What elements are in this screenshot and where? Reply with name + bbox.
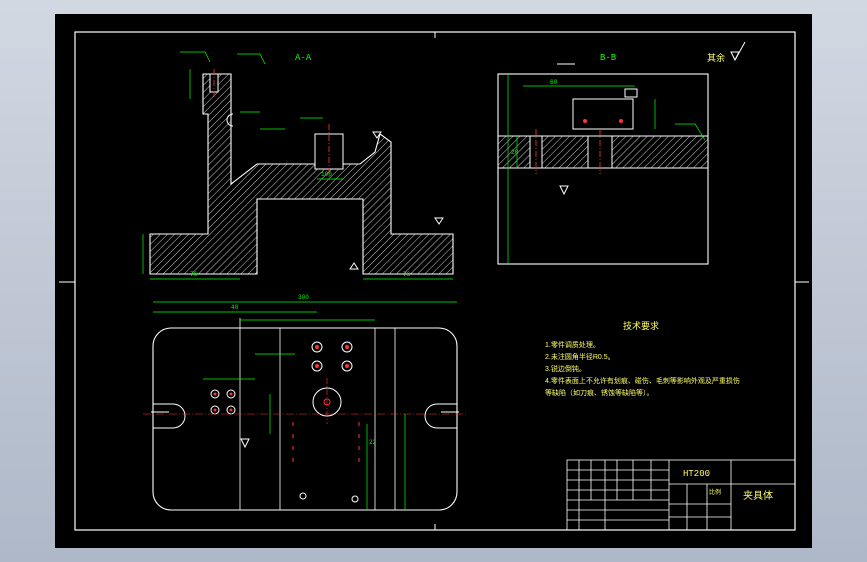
plan-outline xyxy=(152,327,458,511)
part-name-text: 夹具体 xyxy=(743,489,773,502)
drawing-frame xyxy=(74,31,796,531)
aa-leader xyxy=(180,51,211,63)
plan-hole-center xyxy=(315,345,319,349)
plan-hole-center xyxy=(315,364,319,368)
plan-hole-center xyxy=(229,408,233,412)
roughness-rest-label: 其余 xyxy=(707,52,725,63)
bb-notch xyxy=(624,88,638,98)
section-bb-view: B-B 其余 60 28 xyxy=(497,41,746,265)
plan-hole-center xyxy=(213,392,217,396)
section-aa-view: A-A 76 76 100 xyxy=(142,51,454,280)
tech-req-item: 4.零件表面上不允许有划痕、碰伤、毛刺等影响外观及严重损伤 xyxy=(545,376,740,385)
section-aa-label: A-A xyxy=(295,53,312,63)
plan-view: 300 40 22 xyxy=(143,294,467,511)
plan-dim-b: 22 xyxy=(369,439,377,446)
tech-req-item: 3.锐边倒钝。 xyxy=(545,364,586,373)
plan-hole xyxy=(351,495,359,503)
tech-req-item: 2.未注圆角半径R0.5。 xyxy=(545,352,615,361)
bb-outline xyxy=(497,73,709,265)
plan-hole-center xyxy=(229,392,233,396)
scale-label: 比例 xyxy=(709,488,721,496)
roughness-symbol-icon xyxy=(559,185,569,196)
roughness-symbol-icon xyxy=(349,262,359,270)
section-bb-label: B-B xyxy=(600,53,617,63)
plan-hole xyxy=(299,492,307,500)
roughness-rest-icon xyxy=(730,51,740,62)
tech-requirements: 技术要求 1.零件调质处理。 2.未注圆角半径R0.5。 3.锐边倒钝。 4.零… xyxy=(545,320,740,397)
material-text: HT200 xyxy=(683,469,710,479)
plan-u-slot-left xyxy=(153,403,186,429)
bb-dim-width: 60 xyxy=(550,79,558,86)
aa-dim-base-left: 76 xyxy=(190,271,198,278)
drawing-canvas: A-A 76 76 100 B-B 其余 60 28 300 40 22 技术要… xyxy=(59,31,809,531)
tech-req-title: 技术要求 xyxy=(623,320,659,331)
plan-hole-center xyxy=(213,408,217,412)
cad-viewport[interactable]: A-A 76 76 100 B-B 其余 60 28 300 40 22 技术要… xyxy=(55,14,812,548)
tech-req-item: 等缺陷（如刀痕、锈蚀等缺陷等）。 xyxy=(545,388,654,397)
bb-pocket xyxy=(572,98,634,130)
plan-hole-center xyxy=(345,345,349,349)
bb-hole-mark xyxy=(583,119,587,123)
plan-hidden-holes xyxy=(292,422,360,462)
aa-dim-center: 100 xyxy=(321,171,332,178)
roughness-symbol-icon xyxy=(434,217,444,225)
tech-req-item: 1.零件调质处理。 xyxy=(545,340,600,349)
bb-hole-mark xyxy=(619,119,623,123)
aa-hatched-body xyxy=(149,73,454,275)
plan-dim-a: 40 xyxy=(231,304,239,311)
aa-leader xyxy=(237,53,266,65)
roughness-rest-icon xyxy=(734,41,746,61)
plan-u-slot-right xyxy=(424,403,457,429)
plan-dim-overall: 300 xyxy=(298,294,309,301)
plan-hole-center xyxy=(345,364,349,368)
roughness-symbol-icon xyxy=(240,438,250,449)
bb-dim-height: 28 xyxy=(511,149,519,156)
aa-dim-base-right: 76 xyxy=(403,271,411,278)
